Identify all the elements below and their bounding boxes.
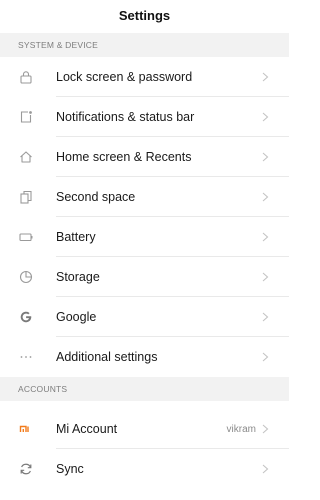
chevron-right-icon [262, 337, 284, 377]
notification-icon [0, 97, 56, 137]
chevron-right-icon [262, 449, 284, 489]
settings-item-second-space[interactable]: Second space [0, 177, 289, 217]
settings-item-battery[interactable]: Battery [0, 217, 289, 257]
chevron-right-icon [262, 97, 284, 137]
settings-item-label: Storage [56, 270, 100, 284]
more-icon [0, 337, 56, 377]
settings-item-notifications[interactable]: Notifications & status bar [0, 97, 289, 137]
settings-item-label: Notifications & status bar [56, 110, 195, 124]
settings-item-label: Home screen & Recents [56, 150, 192, 164]
chevron-right-icon [262, 409, 284, 449]
section-header-accounts: ACCOUNTS [0, 377, 289, 401]
mi-logo-icon [0, 409, 56, 449]
section-header-system-device: SYSTEM & DEVICE [0, 33, 289, 57]
settings-item-google[interactable]: Google [0, 297, 289, 337]
settings-item-mi-account[interactable]: Mi Account vikram [0, 409, 289, 449]
settings-item-label: Second space [56, 190, 136, 204]
page-title: Settings [118, 8, 171, 23]
settings-item-label: Mi Account [56, 422, 118, 436]
settings-item-home-screen[interactable]: Home screen & Recents [0, 137, 289, 177]
battery-icon [0, 217, 56, 257]
chevron-right-icon [262, 217, 284, 257]
settings-item-label: Additional settings [56, 350, 158, 364]
settings-item-additional[interactable]: Additional settings [0, 337, 289, 377]
chevron-right-icon [262, 297, 284, 337]
settings-item-sync[interactable]: Sync [0, 449, 289, 489]
settings-item-label: Sync [56, 462, 84, 476]
chevron-right-icon [262, 257, 284, 297]
settings-item-label: Battery [56, 230, 96, 244]
settings-item-label: Lock screen & password [56, 70, 193, 84]
storage-icon [0, 257, 56, 297]
account-username: vikram [226, 423, 256, 435]
settings-item-storage[interactable]: Storage [0, 257, 289, 297]
home-icon [0, 137, 56, 177]
lock-icon [0, 57, 56, 97]
chevron-right-icon [262, 57, 284, 97]
settings-item-lock-screen[interactable]: Lock screen & password [0, 57, 289, 97]
chevron-right-icon [262, 137, 284, 177]
sync-icon [0, 449, 56, 489]
settings-item-label: Google [56, 310, 97, 324]
chevron-right-icon [262, 177, 284, 217]
second-space-icon [0, 177, 56, 217]
google-icon [0, 297, 56, 337]
top-bar: Settings [0, 0, 289, 31]
